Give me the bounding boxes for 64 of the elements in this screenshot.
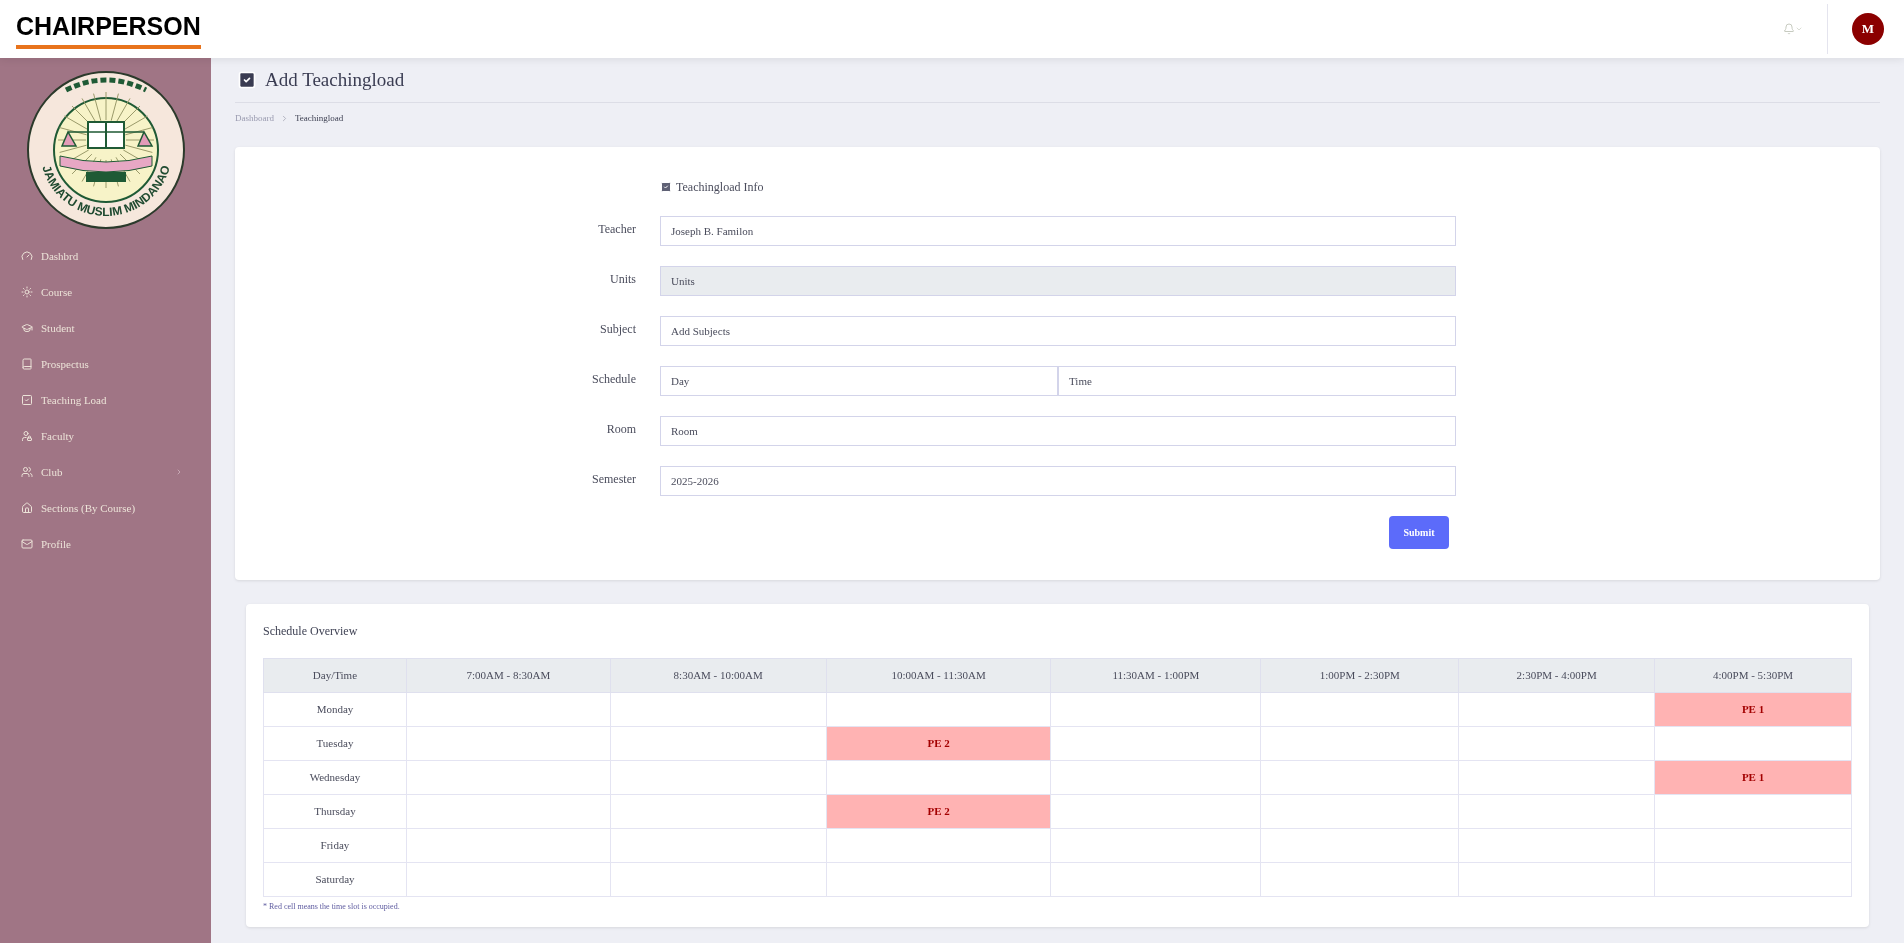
notification-button[interactable] bbox=[1783, 23, 1803, 35]
sidebar-item[interactable]: Sections (By Course) bbox=[0, 490, 211, 526]
occupied-cell: PE 2 bbox=[826, 726, 1051, 761]
checkbox-icon bbox=[660, 181, 672, 193]
column-header: 10:00AM - 11:30AM bbox=[826, 658, 1051, 693]
breadcrumb-link[interactable]: Dashboard bbox=[235, 111, 274, 125]
sidebar-item[interactable]: Club bbox=[0, 454, 211, 490]
sun-icon bbox=[21, 286, 33, 298]
graduate-icon bbox=[21, 322, 33, 334]
day-cell: Saturday bbox=[263, 862, 407, 897]
column-header: Day/Time bbox=[263, 658, 407, 693]
mail-icon bbox=[21, 538, 33, 550]
avatar[interactable]: M bbox=[1852, 13, 1884, 45]
input-field[interactable]: 2025-2026 bbox=[660, 466, 1456, 496]
app-title: CHAIRPERSON bbox=[16, 9, 201, 49]
input-field[interactable]: Time bbox=[1058, 366, 1456, 396]
input-field[interactable]: Add Subjects bbox=[660, 316, 1456, 346]
day-cell: Thursday bbox=[263, 794, 407, 829]
field-label: Teacher bbox=[597, 221, 637, 238]
day-cell: Tuesday bbox=[263, 726, 407, 761]
sidebar-item[interactable]: Teaching Load bbox=[0, 382, 211, 418]
input-field[interactable]: Day bbox=[660, 366, 1058, 396]
sidebar-item[interactable]: Dashbrd bbox=[0, 238, 211, 274]
column-header: 11:30AM - 1:00PM bbox=[1051, 658, 1261, 693]
book-icon bbox=[21, 358, 33, 370]
field-label: Semester bbox=[591, 471, 637, 488]
sidebar-item[interactable]: Faculty bbox=[0, 418, 211, 454]
users-icon bbox=[21, 466, 33, 478]
occupied-cell: PE 1 bbox=[1654, 692, 1852, 727]
table-note: * Red cell means the time slot is occupied. bbox=[263, 901, 401, 913]
sidebar-item[interactable]: Prospectus bbox=[0, 346, 211, 382]
column-header: 1:00PM - 2:30PM bbox=[1260, 658, 1459, 693]
page-title: Add Teachingload bbox=[265, 67, 405, 92]
input-field[interactable]: Room bbox=[660, 416, 1456, 446]
input-field[interactable]: Joseph B. Familon bbox=[660, 216, 1456, 246]
sidebar-item[interactable]: Student bbox=[0, 310, 211, 346]
sidebar-item[interactable]: Profile bbox=[0, 526, 211, 562]
chevron-icon bbox=[280, 113, 289, 123]
breadcrumb-link[interactable]: Teachingload bbox=[295, 111, 344, 125]
field-label: Room bbox=[605, 421, 637, 438]
schedule-title: Schedule Overview bbox=[263, 623, 359, 640]
bell-icon bbox=[1783, 23, 1795, 35]
gauge-icon bbox=[21, 250, 33, 262]
day-cell: Friday bbox=[263, 828, 407, 863]
day-cell: Wednesday bbox=[263, 760, 407, 795]
house-icon bbox=[21, 502, 33, 514]
chevron-icon bbox=[175, 468, 183, 476]
column-header: 7:00AM - 8:30AM bbox=[406, 658, 611, 693]
occupied-cell: PE 1 bbox=[1654, 760, 1852, 795]
field-label: Subject bbox=[599, 321, 637, 338]
checkbox-icon bbox=[237, 69, 257, 90]
submit-button[interactable]: Submit bbox=[1389, 516, 1449, 549]
column-header: 8:30AM - 10:00AM bbox=[610, 658, 827, 693]
column-header: 4:00PM - 5:30PM bbox=[1654, 658, 1852, 693]
field-label: Units bbox=[609, 271, 637, 288]
checkbox-icon bbox=[21, 394, 33, 406]
section-heading: Teachingload Info bbox=[676, 179, 764, 196]
sidebar-item[interactable]: Course bbox=[0, 274, 211, 310]
caret-icon bbox=[1795, 25, 1803, 33]
column-header: 2:30PM - 4:00PM bbox=[1458, 658, 1655, 693]
occupied-cell: PE 2 bbox=[826, 794, 1051, 829]
user-lock-icon bbox=[21, 430, 33, 442]
day-cell: Monday bbox=[263, 692, 407, 727]
field-label: Schedule bbox=[591, 371, 637, 388]
